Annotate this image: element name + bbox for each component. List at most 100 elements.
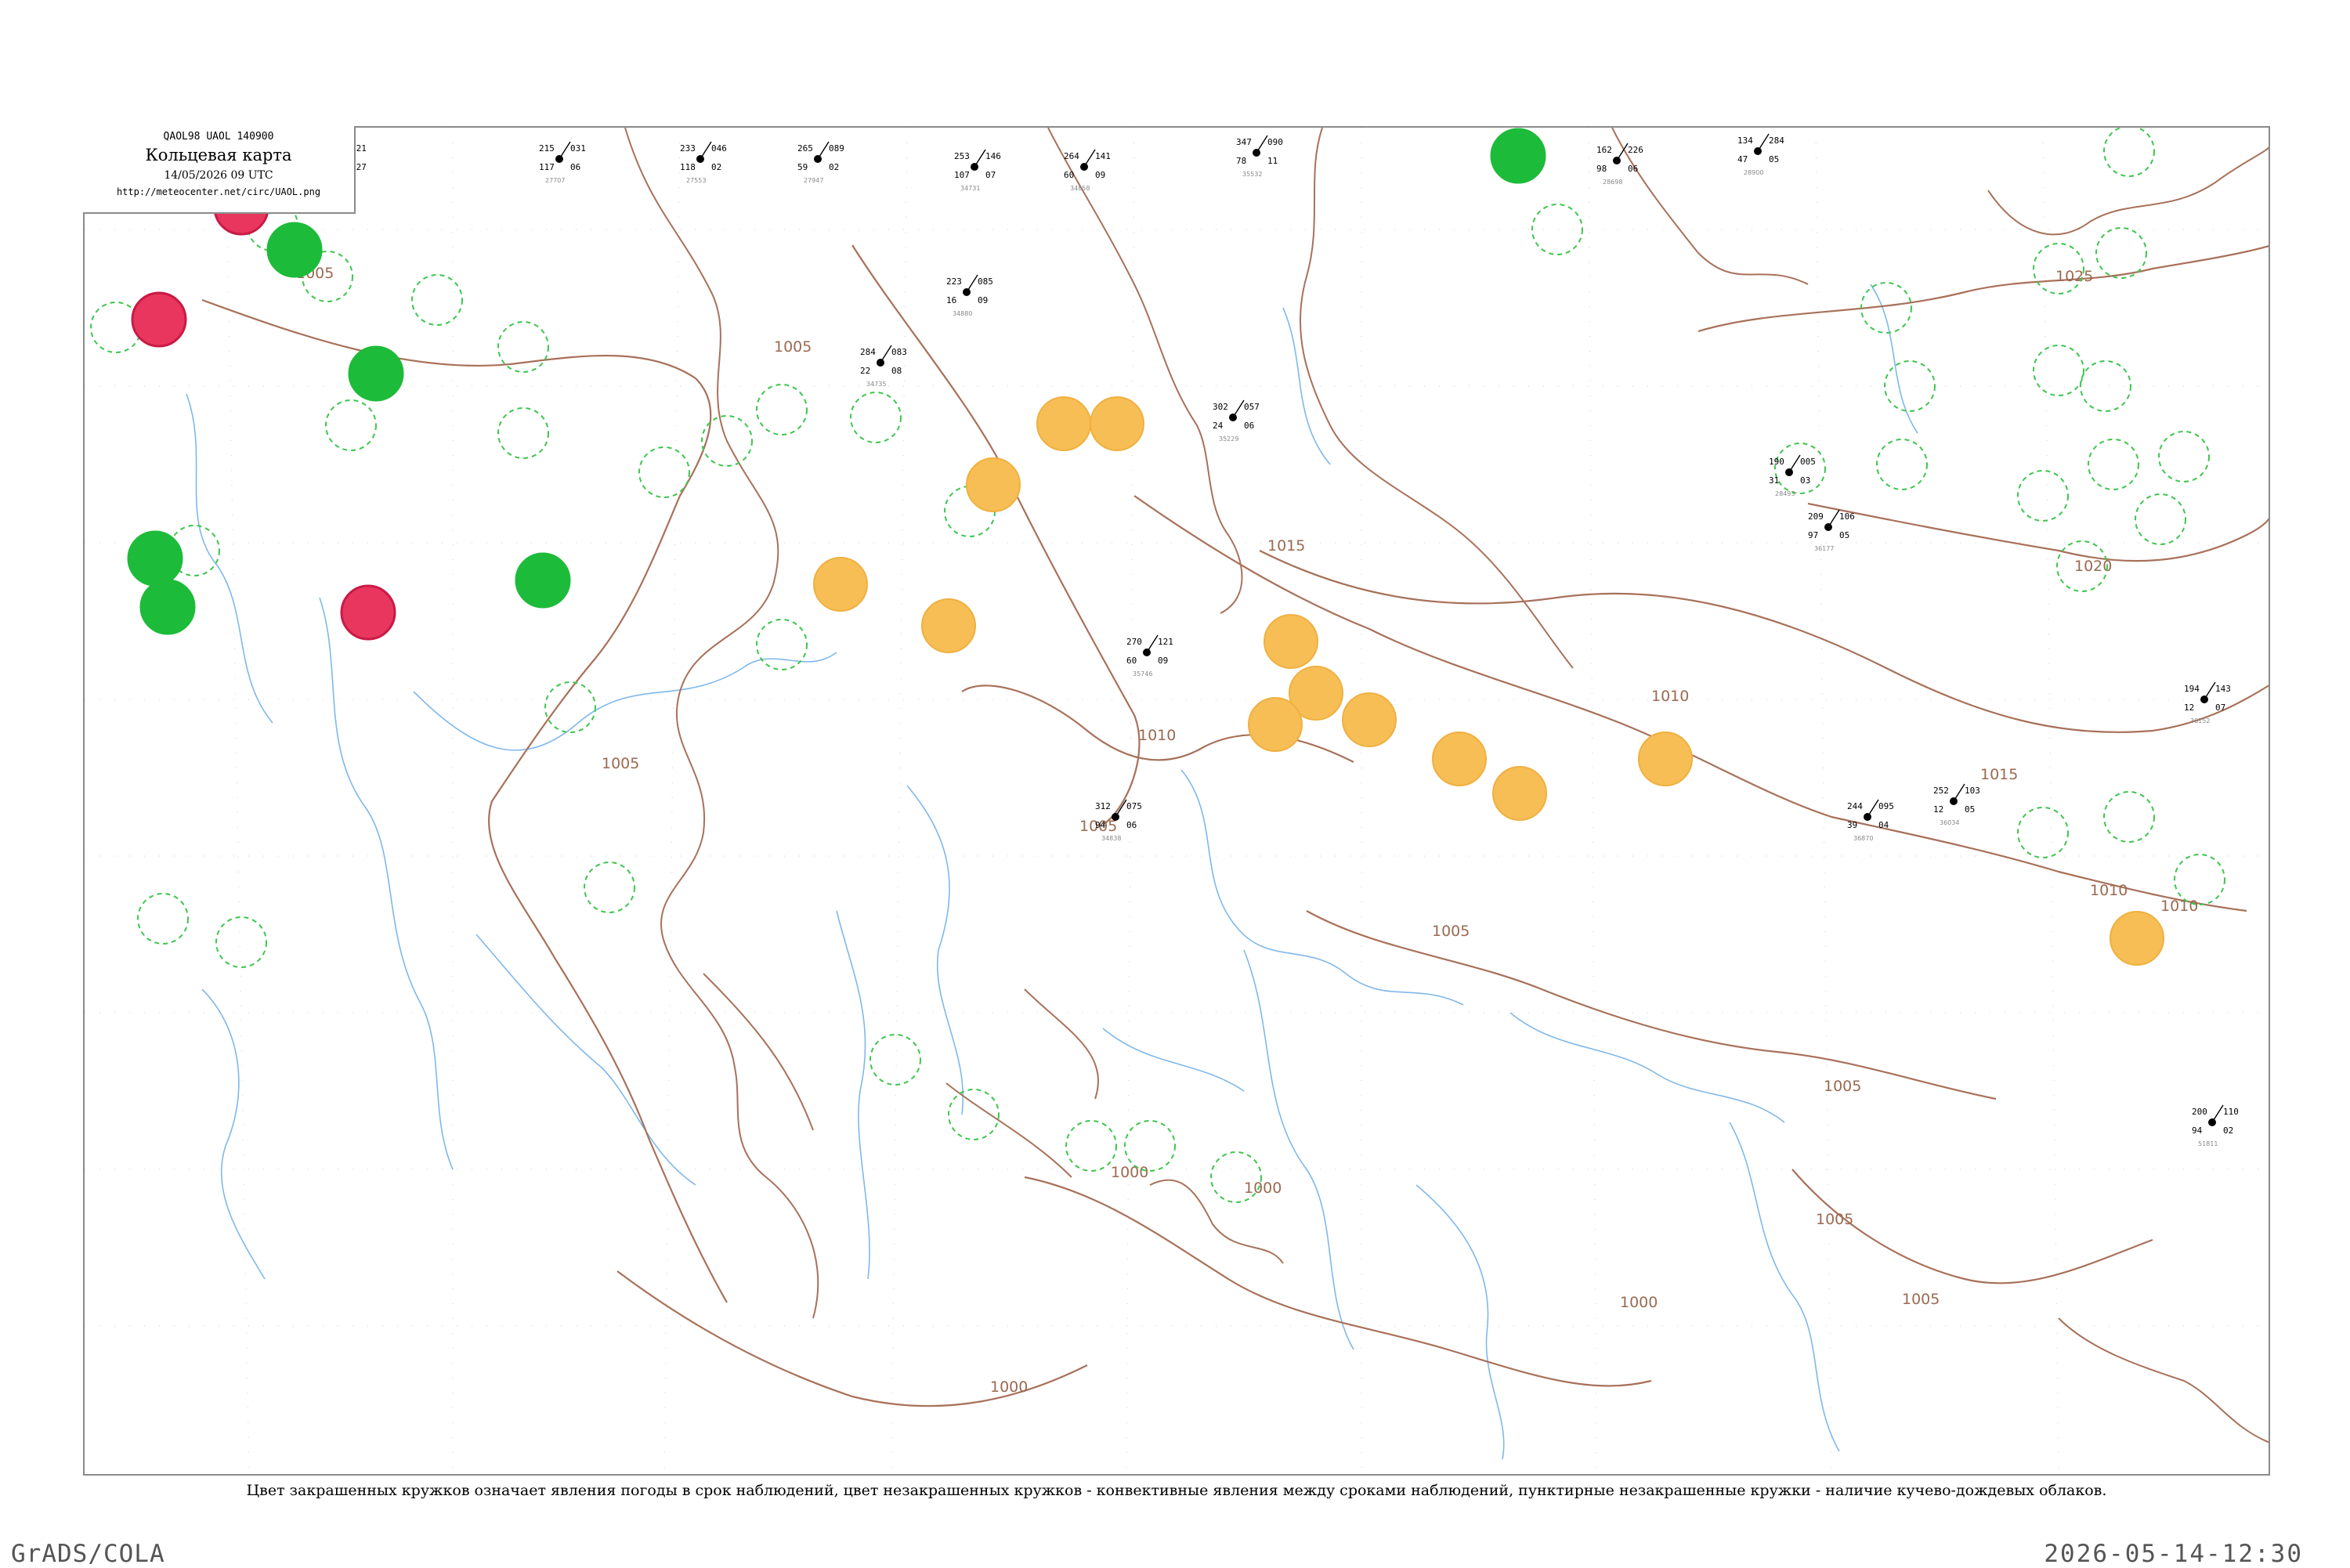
weather-circle-green bbox=[127, 530, 183, 587]
weather-circle-orange bbox=[813, 557, 868, 612]
weather-circle-orange bbox=[1248, 697, 1303, 752]
station-index: 35229 bbox=[1219, 435, 1238, 443]
station-temperature: 223 bbox=[946, 276, 962, 287]
station-tendency: 02 bbox=[711, 162, 721, 172]
station-dewpoint: 12 bbox=[2184, 703, 2194, 713]
station-dewpoint: 107 bbox=[954, 170, 970, 180]
station-plot: 347 78 090 11 35532 bbox=[1236, 135, 1283, 178]
isobar-label: 1000 bbox=[1620, 1294, 1658, 1311]
cb-circle bbox=[325, 399, 377, 451]
station-tendency: 06 bbox=[1628, 164, 1638, 174]
station-plot: 244 39 095 04 36870 bbox=[1847, 799, 1894, 842]
cb-circle bbox=[2158, 431, 2210, 482]
station-pressure: 141 bbox=[1095, 151, 1111, 161]
station-index: 35532 bbox=[1242, 171, 1262, 178]
weather-circle-green bbox=[348, 345, 404, 402]
station-dewpoint: 12 bbox=[1933, 804, 1943, 815]
station-pressure: 106 bbox=[1839, 511, 1855, 522]
bulletin-code: QAOL98 UAOL 140900 bbox=[163, 131, 274, 143]
weather-circle-red bbox=[340, 584, 396, 641]
cb-circle bbox=[2103, 791, 2155, 843]
cb-circle bbox=[2080, 360, 2131, 412]
station-index: 51811 bbox=[2198, 1140, 2218, 1147]
station-pressure: 103 bbox=[1965, 786, 1980, 796]
station-dewpoint: 78 bbox=[1236, 156, 1246, 166]
weather-circle-orange bbox=[921, 598, 976, 653]
station-plot: 162 98 226 06 28698 bbox=[1596, 143, 1643, 186]
weather-circle-orange bbox=[1036, 396, 1091, 451]
station-index: 36177 bbox=[1814, 545, 1834, 552]
isobar-1000-south bbox=[1024, 1176, 1652, 1387]
station-index: 36034 bbox=[1940, 819, 1959, 826]
station-temperature: 194 bbox=[2184, 684, 2200, 694]
station-plot: 284 22 083 08 34735 bbox=[860, 345, 907, 388]
weather-circle-orange bbox=[966, 457, 1021, 512]
wind-barb bbox=[1953, 783, 1965, 802]
station-temperature: 200 bbox=[2192, 1107, 2207, 1117]
station-tendency: 11 bbox=[1267, 156, 1278, 166]
weather-circle-green bbox=[139, 579, 196, 635]
station-tendency: 07 bbox=[2215, 703, 2225, 713]
station-temperature: 233 bbox=[680, 143, 696, 154]
cb-circle bbox=[2095, 227, 2147, 279]
station-dewpoint: 60 bbox=[1126, 656, 1137, 666]
station-dewpoint: 97 bbox=[1808, 530, 1818, 540]
station-pressure: 083 bbox=[891, 347, 907, 357]
station-tendency: 09 bbox=[1158, 656, 1168, 666]
station-pressure: 146 bbox=[985, 151, 1001, 161]
isobar-label: 1010 bbox=[1651, 688, 1689, 705]
cb-circle bbox=[584, 862, 635, 913]
station-index: 34731 bbox=[960, 185, 980, 192]
station-index: 34735 bbox=[866, 381, 886, 388]
cb-circle bbox=[2033, 345, 2084, 396]
rivers bbox=[186, 284, 1918, 1460]
station-pressure: 085 bbox=[978, 276, 993, 287]
wind-barb bbox=[1256, 135, 1268, 154]
station-tendency: 02 bbox=[829, 162, 839, 172]
isobar-label: 1000 bbox=[990, 1378, 1028, 1396]
station-plot: 302 24 057 06 35229 bbox=[1213, 399, 1260, 443]
isobar-label: 1005 bbox=[1432, 923, 1470, 940]
wind-barb bbox=[1828, 509, 1840, 528]
cb-circle bbox=[2135, 493, 2186, 545]
station-temperature: 264 bbox=[1064, 151, 1079, 161]
station-plot: 312 94 075 06 34838 bbox=[1095, 799, 1142, 842]
cb-circle bbox=[215, 916, 267, 968]
station-plot: 134 47 284 05 28900 bbox=[1737, 133, 1784, 176]
station-pressure: 284 bbox=[1769, 135, 1784, 146]
isobar-label: 1000 bbox=[1111, 1164, 1148, 1181]
station-tendency: 06 bbox=[1126, 820, 1137, 830]
station-plot: 270 60 121 09 35746 bbox=[1126, 634, 1173, 677]
station-index: 27947 bbox=[804, 177, 823, 184]
coastline bbox=[624, 128, 2269, 1443]
station-pressure: 075 bbox=[1126, 801, 1142, 811]
station-temperature: 190 bbox=[1769, 457, 1784, 467]
cb-circle bbox=[1531, 204, 1583, 255]
station-dewpoint: 118 bbox=[680, 162, 696, 172]
station-tendency: 06 bbox=[570, 162, 580, 172]
wind-barb bbox=[1757, 133, 1770, 152]
station-pressure: 121 bbox=[1158, 637, 1173, 647]
station-temperature: 215 bbox=[539, 143, 555, 154]
station-dewpoint: 24 bbox=[1213, 421, 1224, 431]
dotted-grid bbox=[85, 128, 2269, 1474]
render-timestamp: 2026-05-14-12:30 bbox=[2044, 1540, 2303, 1568]
isobar-label: 1005 bbox=[774, 338, 812, 356]
wind-barb bbox=[1867, 799, 1879, 818]
wind-barb bbox=[817, 141, 830, 160]
isobar-1025 bbox=[1697, 245, 2269, 333]
station-plot: 190 31 005 03 28493 bbox=[1769, 454, 1816, 497]
station-pressure: 110 bbox=[2223, 1107, 2239, 1117]
cb-circle bbox=[2017, 470, 2069, 522]
station-temperature: 312 bbox=[1095, 801, 1111, 811]
station-tendency: 05 bbox=[1769, 154, 1779, 164]
isobar-1005-west bbox=[201, 298, 728, 1303]
wind-barb bbox=[1146, 634, 1159, 653]
station-index: 36870 bbox=[1853, 835, 1873, 842]
station-index: 34838 bbox=[1101, 835, 1121, 842]
station-temperature: 284 bbox=[860, 347, 876, 357]
isobar-label: 1005 bbox=[1902, 1291, 1940, 1308]
isobar-label: 1015 bbox=[1267, 537, 1305, 555]
map-frame: 1005 1005 1005 1010 1005 1015 1010 1010 … bbox=[83, 126, 2270, 1476]
legend-caption: Цвет закрашенных кружков означает явлени… bbox=[246, 1482, 2107, 1499]
